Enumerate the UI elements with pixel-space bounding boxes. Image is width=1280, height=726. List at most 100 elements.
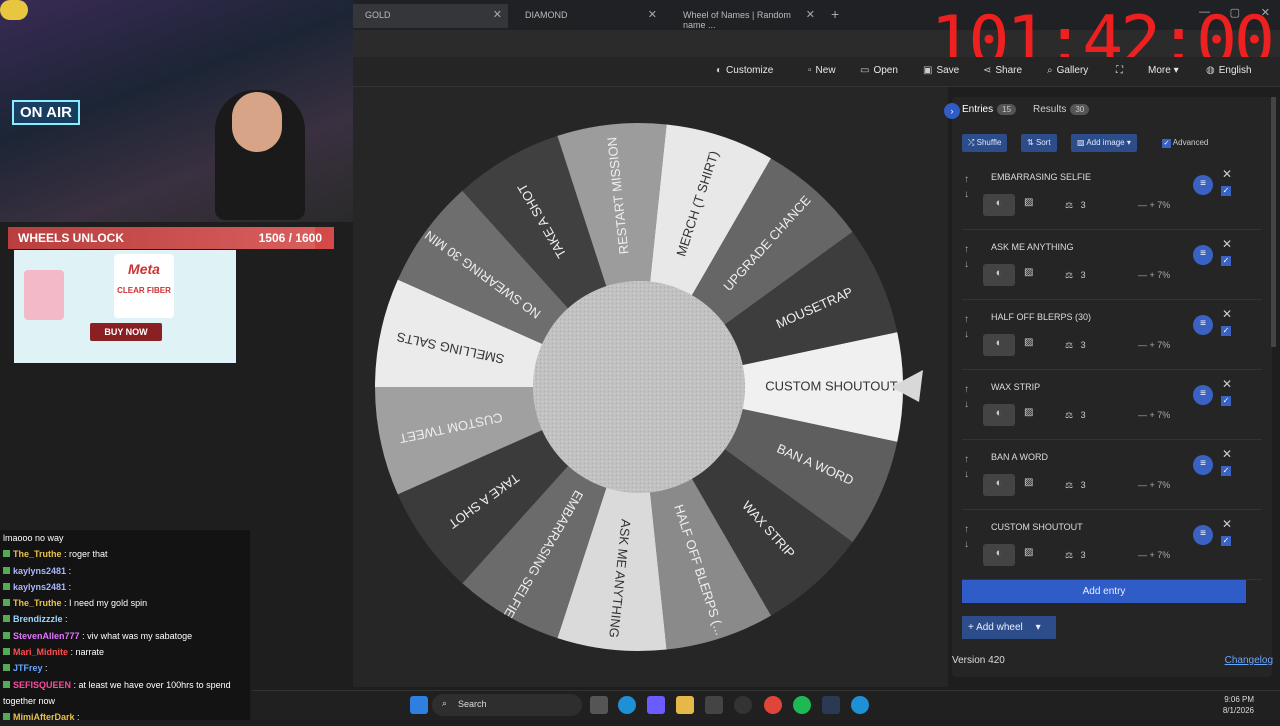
close-icon[interactable]: ✕ xyxy=(1222,517,1232,531)
palette-icon[interactable]: ◐ xyxy=(983,264,1015,286)
palette-icon[interactable]: ◐ xyxy=(983,334,1015,356)
image-icon[interactable]: ▨ xyxy=(1024,337,1033,348)
entry-name-field[interactable]: ASK ME ANYTHING xyxy=(991,238,1187,264)
close-icon[interactable]: ✕ xyxy=(1222,307,1232,321)
arrow-down-icon[interactable]: ↓ xyxy=(964,259,969,270)
weight-field[interactable]: ⚖ 3 xyxy=(1065,270,1086,281)
wheel[interactable]: CUSTOM SHOUTOUTBAN A WORDWAX STRIPHALF O… xyxy=(353,87,948,687)
weight-stepper[interactable]: — + 7% xyxy=(1138,480,1170,490)
arrow-up-icon[interactable]: ↑ xyxy=(964,174,969,185)
arrow-up-icon[interactable]: ↑ xyxy=(964,524,969,535)
tune-icon[interactable]: ≡ xyxy=(1193,245,1213,265)
buy-now-button[interactable]: BUY NOW xyxy=(90,323,162,341)
more-button[interactable]: More ▾ xyxy=(1148,65,1179,76)
arrow-up-icon[interactable]: ↑ xyxy=(964,454,969,465)
chat-username[interactable]: MimiAfterDark xyxy=(13,712,75,722)
chat-username[interactable]: SEFISQUEEN xyxy=(13,680,71,690)
chat-username[interactable]: The_Truthe xyxy=(13,598,62,608)
fullscreen-icon[interactable]: ⛶ xyxy=(1116,65,1123,76)
share-button[interactable]: ⋖ Share xyxy=(983,65,1022,76)
plus-icon[interactable]: + xyxy=(1150,480,1155,490)
chat-username[interactable]: kaylyns2481 xyxy=(13,582,66,592)
image-icon[interactable]: ▨ xyxy=(1024,267,1033,278)
copilot-icon[interactable] xyxy=(647,696,665,714)
tab-gold[interactable]: GOLD ✕ xyxy=(353,4,508,28)
plus-icon[interactable]: + xyxy=(1150,200,1155,210)
advanced-checkbox[interactable]: ✓ Advanced xyxy=(1162,138,1208,148)
chat-username[interactable]: JTFrey xyxy=(13,663,43,673)
image-icon[interactable]: ▨ xyxy=(1024,197,1033,208)
checkbox-icon[interactable]: ✓ xyxy=(1221,466,1231,476)
arrow-down-icon[interactable]: ↓ xyxy=(964,189,969,200)
entry-name-field[interactable]: EMBARRASING SELFIE xyxy=(991,168,1187,194)
store-icon[interactable] xyxy=(705,696,723,714)
weight-stepper[interactable]: — + 7% xyxy=(1138,410,1170,420)
close-icon[interactable]: ✕ xyxy=(1222,237,1232,251)
weight-field[interactable]: ⚖ 3 xyxy=(1065,410,1086,421)
image-icon[interactable]: ▨ xyxy=(1024,477,1033,488)
arrow-down-icon[interactable]: ↓ xyxy=(964,399,969,410)
tune-icon[interactable]: ≡ xyxy=(1193,175,1213,195)
save-button[interactable]: ▣ Save xyxy=(923,65,959,76)
weight-field[interactable]: ⚖ 3 xyxy=(1065,200,1086,211)
edge-active-icon[interactable] xyxy=(851,696,869,714)
close-icon[interactable]: ✕ xyxy=(493,8,502,21)
chat-username[interactable]: StevenAllen777 xyxy=(13,631,80,641)
checkbox-icon[interactable]: ✓ xyxy=(1221,186,1231,196)
arrow-down-icon[interactable]: ↓ xyxy=(964,469,969,480)
checkbox-icon[interactable]: ✓ xyxy=(1221,536,1231,546)
tab-wheel-of-names[interactable]: Wheel of Names | Random name ... ✕ xyxy=(671,4,821,30)
collapse-chevron-icon[interactable]: › xyxy=(944,103,960,119)
weight-stepper[interactable]: — + 7% xyxy=(1138,270,1170,280)
tab-results[interactable]: Results 30 xyxy=(1033,104,1090,115)
entry-name-field[interactable]: WAX STRIP xyxy=(991,378,1187,404)
close-icon[interactable]: ✕ xyxy=(648,8,657,21)
chat-username[interactable]: The_Truthe xyxy=(13,549,62,559)
minus-icon[interactable]: — xyxy=(1138,200,1147,210)
tab-entries[interactable]: Entries 15 xyxy=(962,104,1017,115)
add-image-button[interactable]: ▨ Add image ▾ xyxy=(1071,134,1137,152)
arrow-up-icon[interactable]: ↑ xyxy=(964,244,969,255)
add-entry-button[interactable]: Add entry xyxy=(962,580,1246,603)
chat-username[interactable]: Mari_Midnite xyxy=(13,647,68,657)
checkbox-icon[interactable]: ✓ xyxy=(1221,326,1231,336)
entry-name-field[interactable]: HALF OFF BLERPS (30) xyxy=(991,308,1187,334)
checkbox-icon[interactable]: ✓ xyxy=(1221,256,1231,266)
entry-name-field[interactable]: CUSTOM SHOUTOUT xyxy=(991,518,1187,544)
new-button[interactable]: ▫ New xyxy=(808,65,836,76)
minus-icon[interactable]: — xyxy=(1138,340,1147,350)
add-wheel-button[interactable]: + Add wheel ▾ xyxy=(962,616,1056,639)
file-explorer-icon[interactable] xyxy=(676,696,694,714)
minus-icon[interactable]: — xyxy=(1138,550,1147,560)
minus-icon[interactable]: — xyxy=(1138,410,1147,420)
close-icon[interactable]: ✕ xyxy=(1222,167,1232,181)
image-icon[interactable]: ▨ xyxy=(1024,547,1033,558)
checkbox-icon[interactable]: ✓ xyxy=(1221,396,1231,406)
minus-icon[interactable]: — xyxy=(1138,270,1147,280)
plus-icon[interactable]: + xyxy=(1150,550,1155,560)
tune-icon[interactable]: ≡ xyxy=(1193,525,1213,545)
customize-button[interactable]: ◐ Customize xyxy=(716,65,773,76)
weight-stepper[interactable]: — + 7% xyxy=(1138,340,1170,350)
plus-icon[interactable]: + xyxy=(1150,410,1155,420)
chat-username[interactable]: Brendizzzle xyxy=(13,614,63,624)
changelog-link[interactable]: Changelog xyxy=(1225,655,1273,666)
tab-diamond[interactable]: DIAMOND ✕ xyxy=(513,4,663,28)
tune-icon[interactable]: ≡ xyxy=(1193,315,1213,335)
weight-stepper[interactable]: — + 7% xyxy=(1138,200,1170,210)
weight-field[interactable]: ⚖ 3 xyxy=(1065,550,1086,561)
chevron-down-icon[interactable]: ▾ xyxy=(1036,622,1041,633)
image-icon[interactable]: ▨ xyxy=(1024,407,1033,418)
edge-icon[interactable] xyxy=(618,696,636,714)
gallery-button[interactable]: ⌕ Gallery xyxy=(1047,65,1088,76)
chrome-icon[interactable] xyxy=(764,696,782,714)
palette-icon[interactable]: ◐ xyxy=(983,194,1015,216)
plus-icon[interactable]: + xyxy=(1150,270,1155,280)
plus-icon[interactable]: + xyxy=(1150,340,1155,350)
sort-button[interactable]: ⇅ Sort xyxy=(1021,134,1057,152)
weight-field[interactable]: ⚖ 3 xyxy=(1065,340,1086,351)
close-icon[interactable]: ✕ xyxy=(1222,447,1232,461)
arrow-up-icon[interactable]: ↑ xyxy=(964,384,969,395)
arrow-down-icon[interactable]: ↓ xyxy=(964,329,969,340)
windows-start-icon[interactable] xyxy=(410,696,428,714)
